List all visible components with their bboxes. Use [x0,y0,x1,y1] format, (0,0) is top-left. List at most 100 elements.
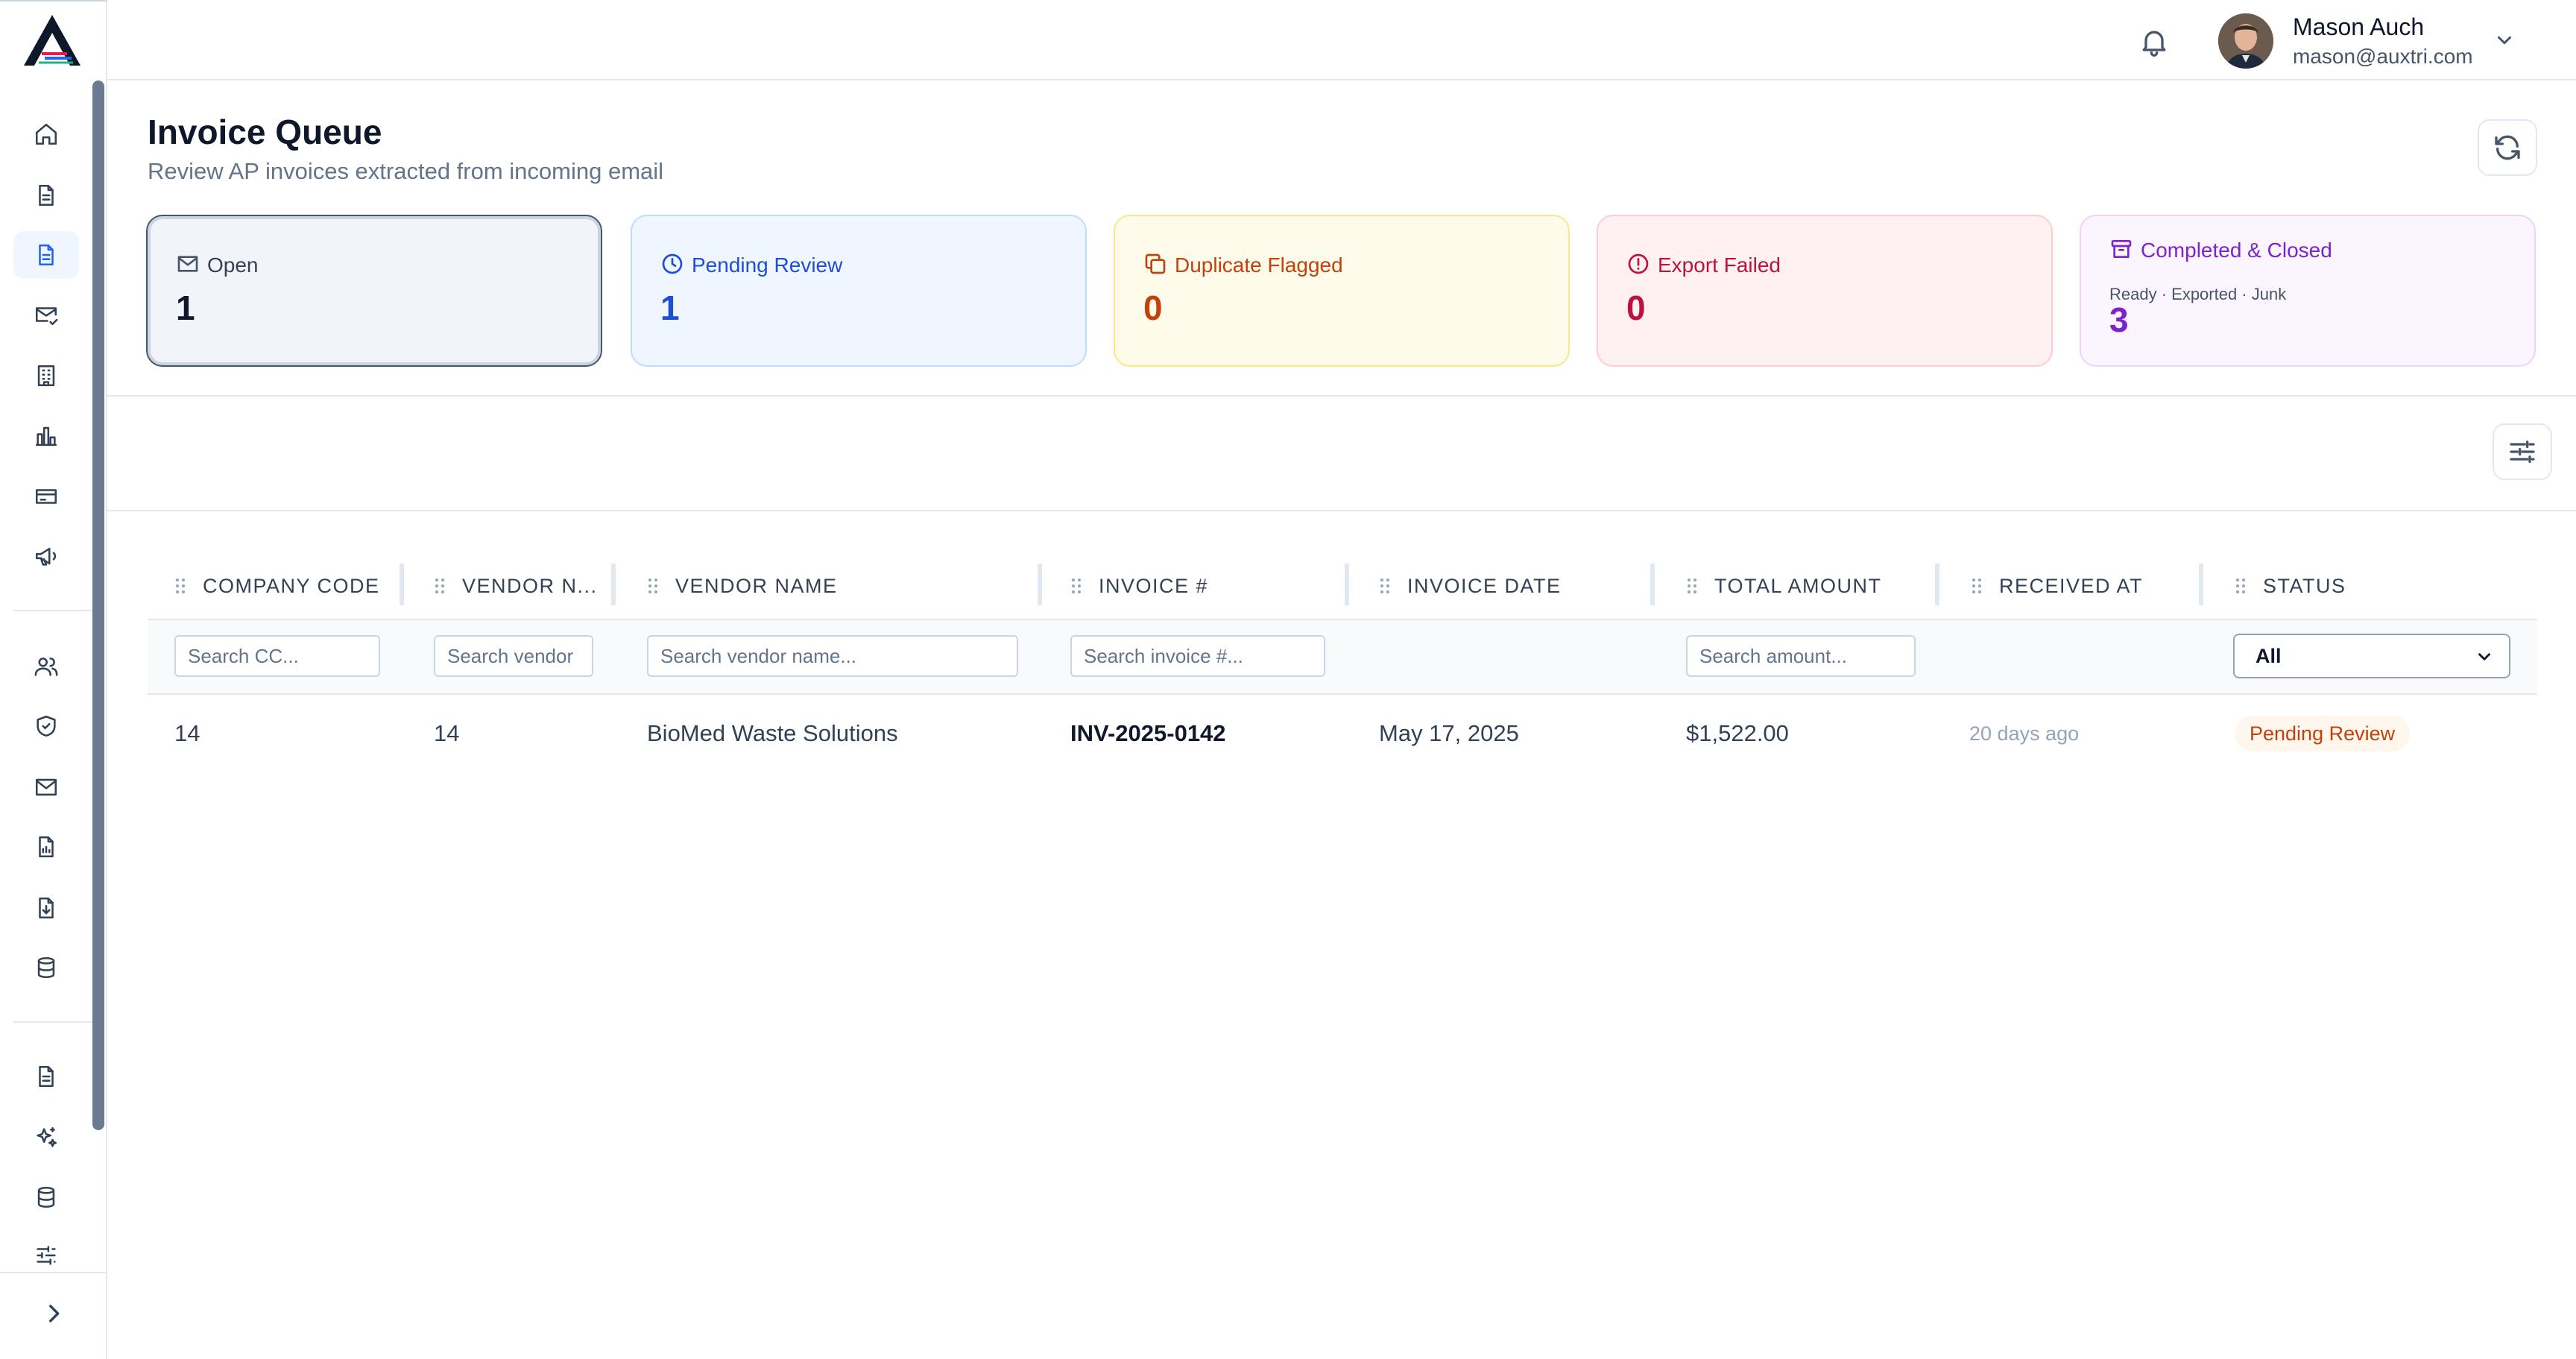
sidebar [0,0,107,1359]
column-resizer[interactable] [1038,564,1042,605]
column-header-label: INVOICE DATE [1407,574,1562,597]
mail-icon [176,252,200,276]
status-filter-value: All [2255,644,2282,667]
column-header-invoice-date[interactable]: INVOICE DATE [1379,567,1562,605]
toolbar-divider [107,510,2576,511]
sidebar-item-file-reports[interactable] [13,823,79,871]
column-resizer[interactable] [611,564,616,605]
cell-total-amount: $1,522.00 [1686,720,1789,746]
sidebar-item-downloads[interactable] [13,884,79,932]
column-resizer[interactable] [1650,564,1655,605]
drag-handle-icon[interactable] [1686,577,1698,595]
sidebar-item-database[interactable] [13,944,79,991]
notifications-button[interactable] [2133,21,2175,63]
sidebar-item-templates[interactable] [13,1053,79,1100]
drag-handle-icon[interactable] [174,577,186,595]
sidebar-item-reports[interactable] [13,412,79,459]
cell-vendor-number: 14 [434,720,460,746]
building-icon [37,365,55,387]
card-label: Completed & Closed [2141,239,2332,262]
top-bar [107,0,2576,81]
drag-handle-icon[interactable] [647,577,659,595]
file-download-icon [39,897,54,919]
column-resizer[interactable] [2199,564,2203,605]
card-label: Export Failed [1658,253,1781,277]
card-label: Pending Review [692,253,843,277]
archive-icon [2109,237,2133,261]
sidebar-item-inbox[interactable] [13,291,79,338]
column-header-company-code[interactable]: COMPANY CODE [174,567,380,605]
card-sublabel: Ready · Exported · Junk [2109,285,2287,303]
app-logo[interactable] [19,12,85,69]
sidebar-item-documents[interactable] [13,171,79,219]
sidebar-item-data[interactable] [13,1173,79,1221]
card-completed-closed[interactable]: Completed & Closed Ready · Exported · Ju… [2080,215,2536,367]
column-header-total-amount[interactable]: TOTAL AMOUNT [1686,567,1882,605]
sidebar-item-invoice-queue[interactable] [13,231,79,279]
shield-check-icon [37,715,56,737]
card-value: 3 [2109,300,2129,339]
column-header-label: INVOICE # [1099,574,1209,597]
vendor-number-filter-input[interactable] [434,635,593,677]
vendor-name-filter-input[interactable] [647,635,1018,677]
sliders-icon [37,1246,56,1265]
expand-sidebar-button[interactable] [30,1290,78,1337]
sidebar-item-companies[interactable] [13,352,79,400]
home-icon [35,123,57,145]
megaphone-icon [35,547,57,566]
drag-handle-icon[interactable] [1379,577,1391,595]
cell-company-code: 14 [174,720,201,746]
card-open[interactable]: Open 1 [146,215,602,367]
column-resizer[interactable] [400,564,404,605]
sidebar-item-announcements[interactable] [13,532,79,580]
amount-filter-input[interactable] [1686,635,1916,677]
refresh-icon [2495,135,2520,160]
column-settings-button[interactable] [2493,423,2552,480]
sidebar-item-ai[interactable] [13,1114,79,1161]
sidebar-scrollbar[interactable] [92,81,104,1130]
mail-icon [35,778,57,796]
card-duplicate-flagged[interactable]: Duplicate Flagged 0 [1114,215,1570,367]
drag-handle-icon[interactable] [1971,577,1983,595]
sidebar-item-users[interactable] [13,643,79,690]
mail-check-icon [35,307,58,326]
column-header-invoice-number[interactable]: INVOICE # [1070,567,1208,605]
drag-handle-icon[interactable] [2235,577,2247,595]
column-header-label: RECEIVED AT [1999,574,2144,597]
sidebar-item-email[interactable] [13,763,79,811]
table-row[interactable] [148,695,2537,769]
card-value: 0 [1626,288,1646,327]
column-header-vendor-number[interactable]: VENDOR N... [434,567,598,605]
column-header-status[interactable]: STATUS [2235,567,2346,605]
user-name: Mason Auch [2293,13,2425,40]
column-header-label: VENDOR NAME [675,574,838,597]
cell-invoice-number[interactable]: INV-2025-0142 [1070,717,1226,750]
card-export-failed[interactable]: Export Failed 0 [1597,215,2053,367]
avatar[interactable] [2218,13,2273,69]
toolbar-divider [107,395,2576,397]
column-resizer[interactable] [1345,564,1349,605]
drag-handle-icon[interactable] [434,577,446,595]
user-menu-toggle[interactable] [2487,22,2522,58]
card-value: 0 [1143,288,1163,327]
status-filter-select[interactable]: All [2233,634,2510,678]
refresh-button[interactable] [2478,119,2537,176]
card-pending-review[interactable]: Pending Review 1 [631,215,1087,367]
chevron-down-icon [2498,36,2511,45]
company-code-filter-input[interactable] [174,635,380,677]
document-icon [39,1065,54,1088]
sidebar-item-home[interactable] [13,110,79,158]
alert-circle-icon [1626,252,1650,276]
invoice-number-filter-input[interactable] [1070,635,1325,677]
bell-icon [2142,31,2166,57]
column-header-vendor-name[interactable]: VENDOR NAME [647,567,838,605]
database-icon [37,1186,55,1208]
column-resizer[interactable] [1935,564,1939,605]
column-header-received-at[interactable]: RECEIVED AT [1971,567,2143,605]
sidebar-item-security[interactable] [13,702,79,750]
column-header-label: VENDOR N... [462,574,598,597]
sidebar-item-settings[interactable] [13,1235,79,1276]
sidebar-item-payments[interactable] [13,473,79,520]
file-chart-icon [39,836,54,858]
drag-handle-icon[interactable] [1070,577,1082,595]
